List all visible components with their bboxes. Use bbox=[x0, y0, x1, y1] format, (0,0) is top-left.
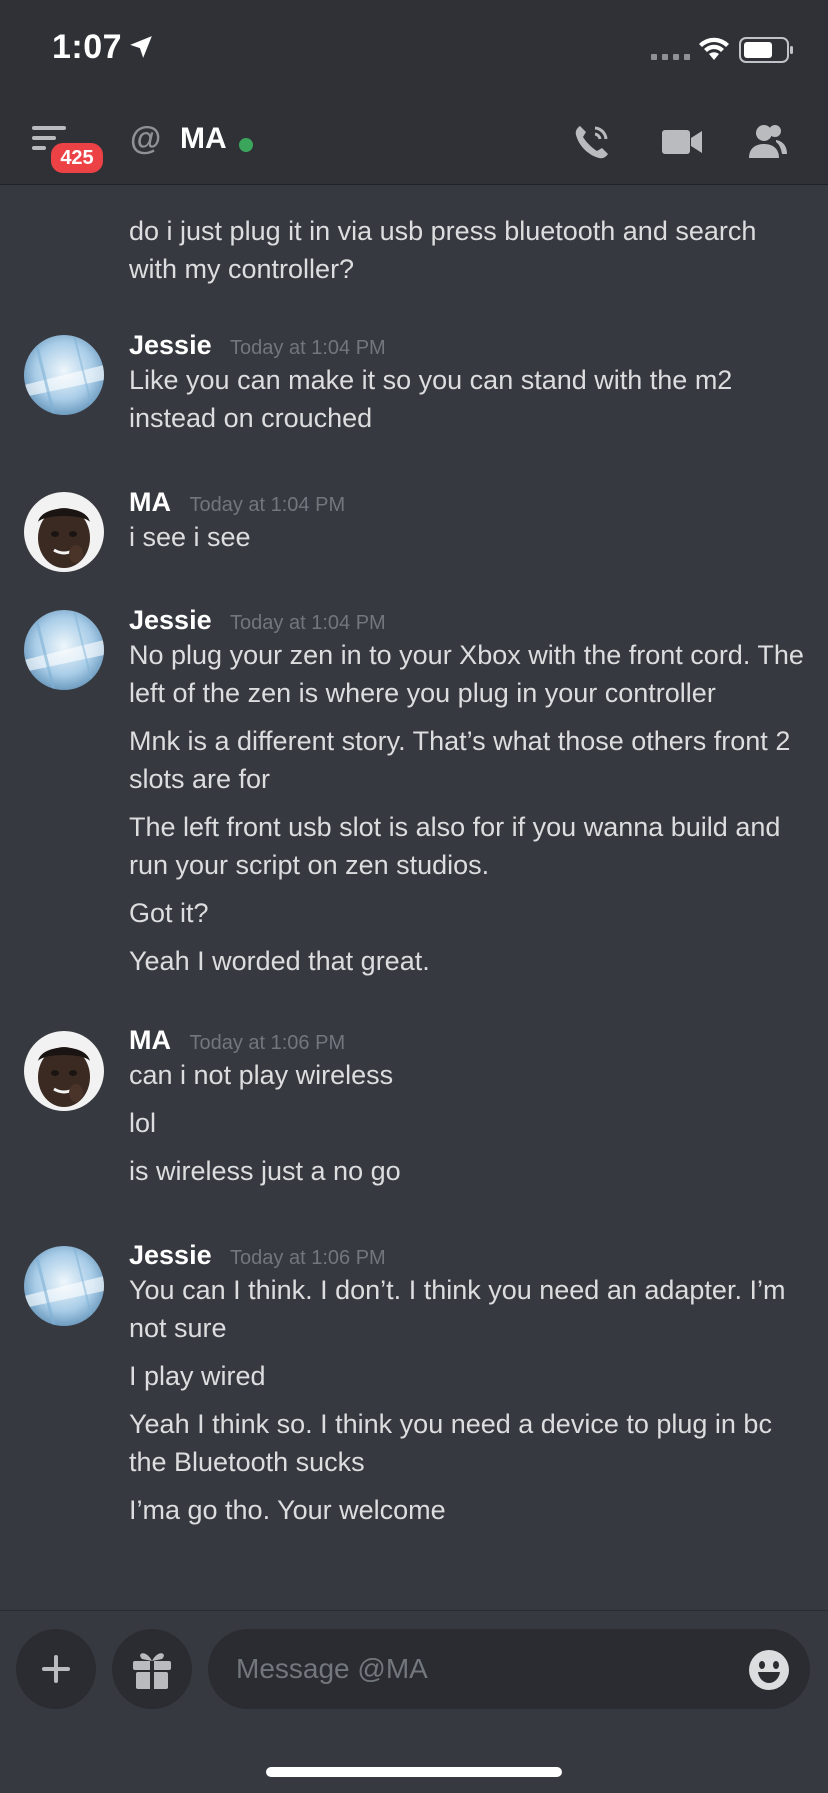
emoji-icon[interactable] bbox=[748, 1649, 790, 1691]
message-text: You can I think. I don’t. I think you ne… bbox=[129, 1275, 786, 1343]
message-text: Mnk is a different story. That’s what th… bbox=[129, 726, 791, 794]
channel-header: 425 @ MA bbox=[0, 104, 828, 185]
message-text: Yeah I worded that great. bbox=[129, 946, 430, 976]
message-author[interactable]: Jessie bbox=[129, 1240, 212, 1270]
message-composer bbox=[0, 1610, 828, 1793]
message-text: lol bbox=[129, 1108, 157, 1138]
message-text: The left front usb slot is also for if y… bbox=[129, 812, 781, 880]
gift-button[interactable] bbox=[112, 1629, 192, 1709]
message-text: I play wired bbox=[129, 1361, 266, 1391]
message-timestamp: Today at 1:06 PM bbox=[230, 1247, 386, 1269]
avatar-ma[interactable] bbox=[24, 492, 104, 572]
avatar-jessie[interactable] bbox=[24, 335, 104, 415]
message-author[interactable]: Jessie bbox=[129, 605, 212, 635]
message-text: Yeah I think so. I think you need a devi… bbox=[129, 1409, 772, 1477]
message-list[interactable]: haha do i just plug it in via usb press … bbox=[0, 185, 828, 1610]
message-timestamp: Today at 1:04 PM bbox=[230, 337, 386, 359]
message-text: Like you can make it so you can stand wi… bbox=[129, 365, 733, 433]
at-icon: @ bbox=[130, 120, 162, 156]
plus-icon bbox=[42, 1655, 70, 1683]
message-text: can i not play wireless bbox=[129, 1060, 394, 1090]
message-author[interactable]: Jessie bbox=[129, 330, 212, 360]
message-text: is wireless just a no go bbox=[129, 1156, 401, 1186]
message-text: do i just plug it in via usb press bluet… bbox=[129, 216, 757, 284]
message-timestamp: Today at 1:04 PM bbox=[230, 612, 386, 634]
avatar-ma[interactable] bbox=[24, 1031, 104, 1111]
wifi-icon bbox=[699, 37, 729, 60]
cellular-signal-icon bbox=[651, 54, 690, 60]
gift-icon bbox=[133, 1653, 171, 1689]
notification-badge: 425 bbox=[48, 140, 106, 176]
battery-icon bbox=[739, 37, 793, 63]
message-author[interactable]: MA bbox=[129, 1025, 171, 1055]
location-arrow-icon bbox=[130, 36, 152, 58]
menu-button[interactable]: 425 bbox=[32, 124, 106, 176]
avatar-jessie[interactable] bbox=[24, 1246, 104, 1326]
avatar-jessie[interactable] bbox=[24, 610, 104, 690]
message-input[interactable] bbox=[208, 1629, 810, 1709]
message-timestamp: Today at 1:04 PM bbox=[189, 494, 346, 516]
message-text: I’ma go tho. Your welcome bbox=[129, 1495, 446, 1525]
video-camera-icon[interactable] bbox=[660, 120, 704, 164]
home-indicator[interactable] bbox=[266, 1767, 562, 1777]
online-status-indicator bbox=[239, 138, 253, 152]
phone-call-icon[interactable] bbox=[570, 120, 614, 164]
members-icon[interactable] bbox=[746, 120, 790, 164]
message-author[interactable]: MA bbox=[129, 487, 171, 517]
message-text: haha bbox=[129, 185, 189, 193]
add-attachment-button[interactable] bbox=[16, 1629, 96, 1709]
status-time: 1:07 bbox=[52, 28, 123, 66]
dm-recipient-name: MA bbox=[180, 122, 227, 155]
message-text: i see i see bbox=[129, 522, 251, 552]
message-text: Got it? bbox=[129, 898, 209, 928]
message-text: No plug your zen in to your Xbox with th… bbox=[129, 640, 804, 708]
status-bar: 1:07 bbox=[0, 0, 828, 104]
message-timestamp: Today at 1:06 PM bbox=[189, 1032, 346, 1054]
